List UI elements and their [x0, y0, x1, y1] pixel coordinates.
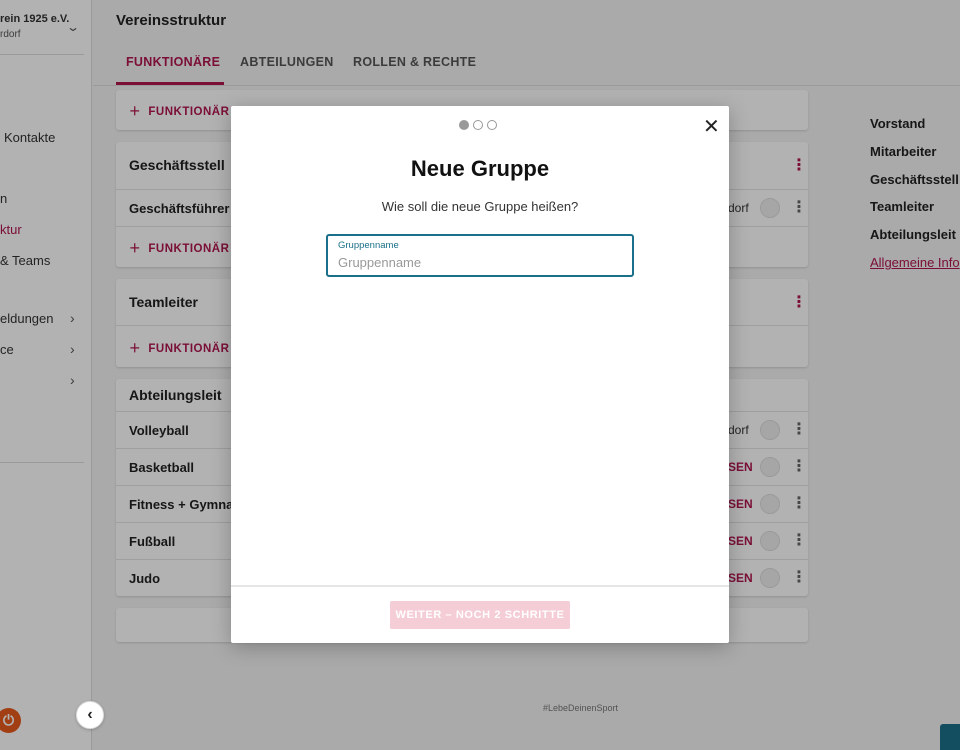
step-dot [473, 120, 483, 130]
new-group-modal: ✕ Neue Gruppe Wie soll die neue Gruppe h… [231, 106, 729, 643]
group-name-input[interactable] [338, 255, 618, 270]
modal-title: Neue Gruppe [410, 156, 550, 181]
step-dot [487, 120, 497, 130]
field-label: Gruppenname [338, 240, 399, 251]
next-step-button[interactable]: WEITER – NOCH 2 SCHRITTE [390, 601, 570, 629]
step-indicator [459, 120, 501, 138]
close-icon[interactable]: ✕ [703, 114, 720, 139]
modal-footer-divider [231, 585, 729, 587]
sidebar-collapse-button[interactable]: ‹ [76, 701, 104, 729]
step-dot-active [459, 120, 469, 130]
group-name-field[interactable]: Gruppenname [326, 234, 634, 277]
modal-subtitle: Wie soll die neue Gruppe heißen? [381, 199, 579, 214]
